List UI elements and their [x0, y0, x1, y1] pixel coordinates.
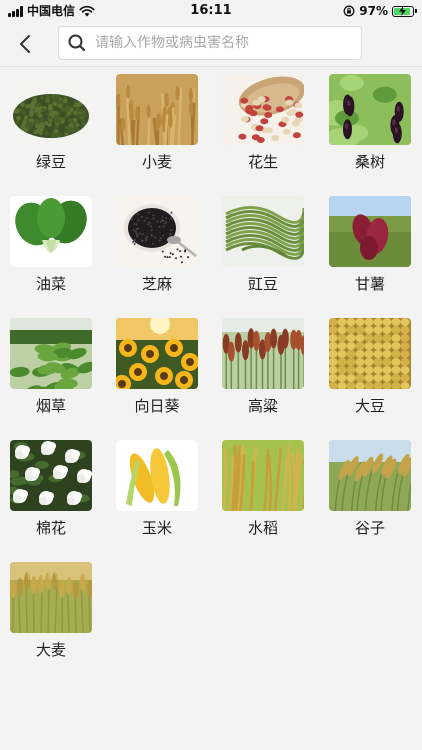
crop-name: 大豆: [354, 397, 385, 415]
wheat-photo: [116, 74, 198, 145]
soybean-photo: [329, 318, 411, 389]
rice-photo: [222, 440, 304, 511]
crop-item[interactable]: 水稻: [222, 440, 306, 537]
crop-name: 桑树: [354, 153, 385, 171]
crop-name: 小麦: [141, 153, 172, 171]
sorghum-photo: [222, 318, 304, 389]
crop-item[interactable]: 豇豆: [222, 196, 306, 293]
battery-charging-icon: [392, 5, 417, 17]
cotton-photo: [10, 440, 92, 511]
crop-item[interactable]: 大豆: [329, 318, 413, 415]
crop-name: 豇豆: [247, 275, 278, 293]
sunflower-photo: [116, 318, 198, 389]
search-icon: [68, 34, 86, 52]
crop-item[interactable]: 花生: [222, 74, 306, 171]
barley-photo: [10, 562, 92, 633]
cowpea-photo: [222, 196, 304, 267]
crop-name: 油菜: [35, 275, 66, 293]
sweet-potato-photo: [329, 196, 411, 267]
crop-item[interactable]: 油菜: [10, 196, 94, 293]
status-bar: 中国电信 16:11 97%: [0, 0, 422, 22]
peanut-photo: [222, 74, 304, 145]
crop-name: 水稻: [247, 519, 278, 537]
crop-item[interactable]: 高粱: [222, 318, 306, 415]
rotation-lock-icon: [343, 5, 355, 17]
crop-name: 棉花: [35, 519, 66, 537]
crop-item[interactable]: 向日葵: [116, 318, 200, 415]
battery-percent: 97%: [359, 4, 388, 18]
crop-item[interactable]: 绿豆: [10, 74, 94, 171]
nav-bar: [0, 22, 422, 67]
crop-item[interactable]: 甘薯: [329, 196, 413, 293]
crop-item[interactable]: 小麦: [116, 74, 200, 171]
crop-item[interactable]: 谷子: [329, 440, 413, 537]
crop-item[interactable]: 桑树: [329, 74, 413, 171]
crop-name: 大麦: [35, 641, 66, 659]
chevron-left-icon: [20, 35, 30, 53]
crop-name: 绿豆: [35, 153, 66, 171]
mung-bean-photo: [10, 74, 92, 145]
crop-name: 花生: [247, 153, 278, 171]
tobacco-photo: [10, 318, 92, 389]
search-box[interactable]: [58, 26, 362, 60]
crop-name: 甘薯: [354, 275, 385, 293]
corn-photo: [116, 440, 198, 511]
millet-photo: [329, 440, 411, 511]
crop-name: 芝麻: [141, 275, 172, 293]
crop-item[interactable]: 大麦: [10, 562, 94, 659]
sesame-photo: [116, 196, 198, 267]
crop-name: 高粱: [247, 397, 278, 415]
crop-name: 向日葵: [134, 397, 180, 415]
crop-item[interactable]: 玉米: [116, 440, 200, 537]
bok-choy-photo: [10, 196, 92, 267]
status-bar-right: 97%: [343, 3, 417, 19]
search-input[interactable]: [95, 35, 345, 51]
crop-item[interactable]: 芝麻: [116, 196, 200, 293]
crop-name: 玉米: [141, 519, 172, 537]
crop-item[interactable]: 棉花: [10, 440, 94, 537]
crop-name: 烟草: [35, 397, 66, 415]
crop-name: 谷子: [354, 519, 385, 537]
crop-item[interactable]: 烟草: [10, 318, 94, 415]
back-button[interactable]: [12, 31, 38, 57]
mulberry-photo: [329, 74, 411, 145]
